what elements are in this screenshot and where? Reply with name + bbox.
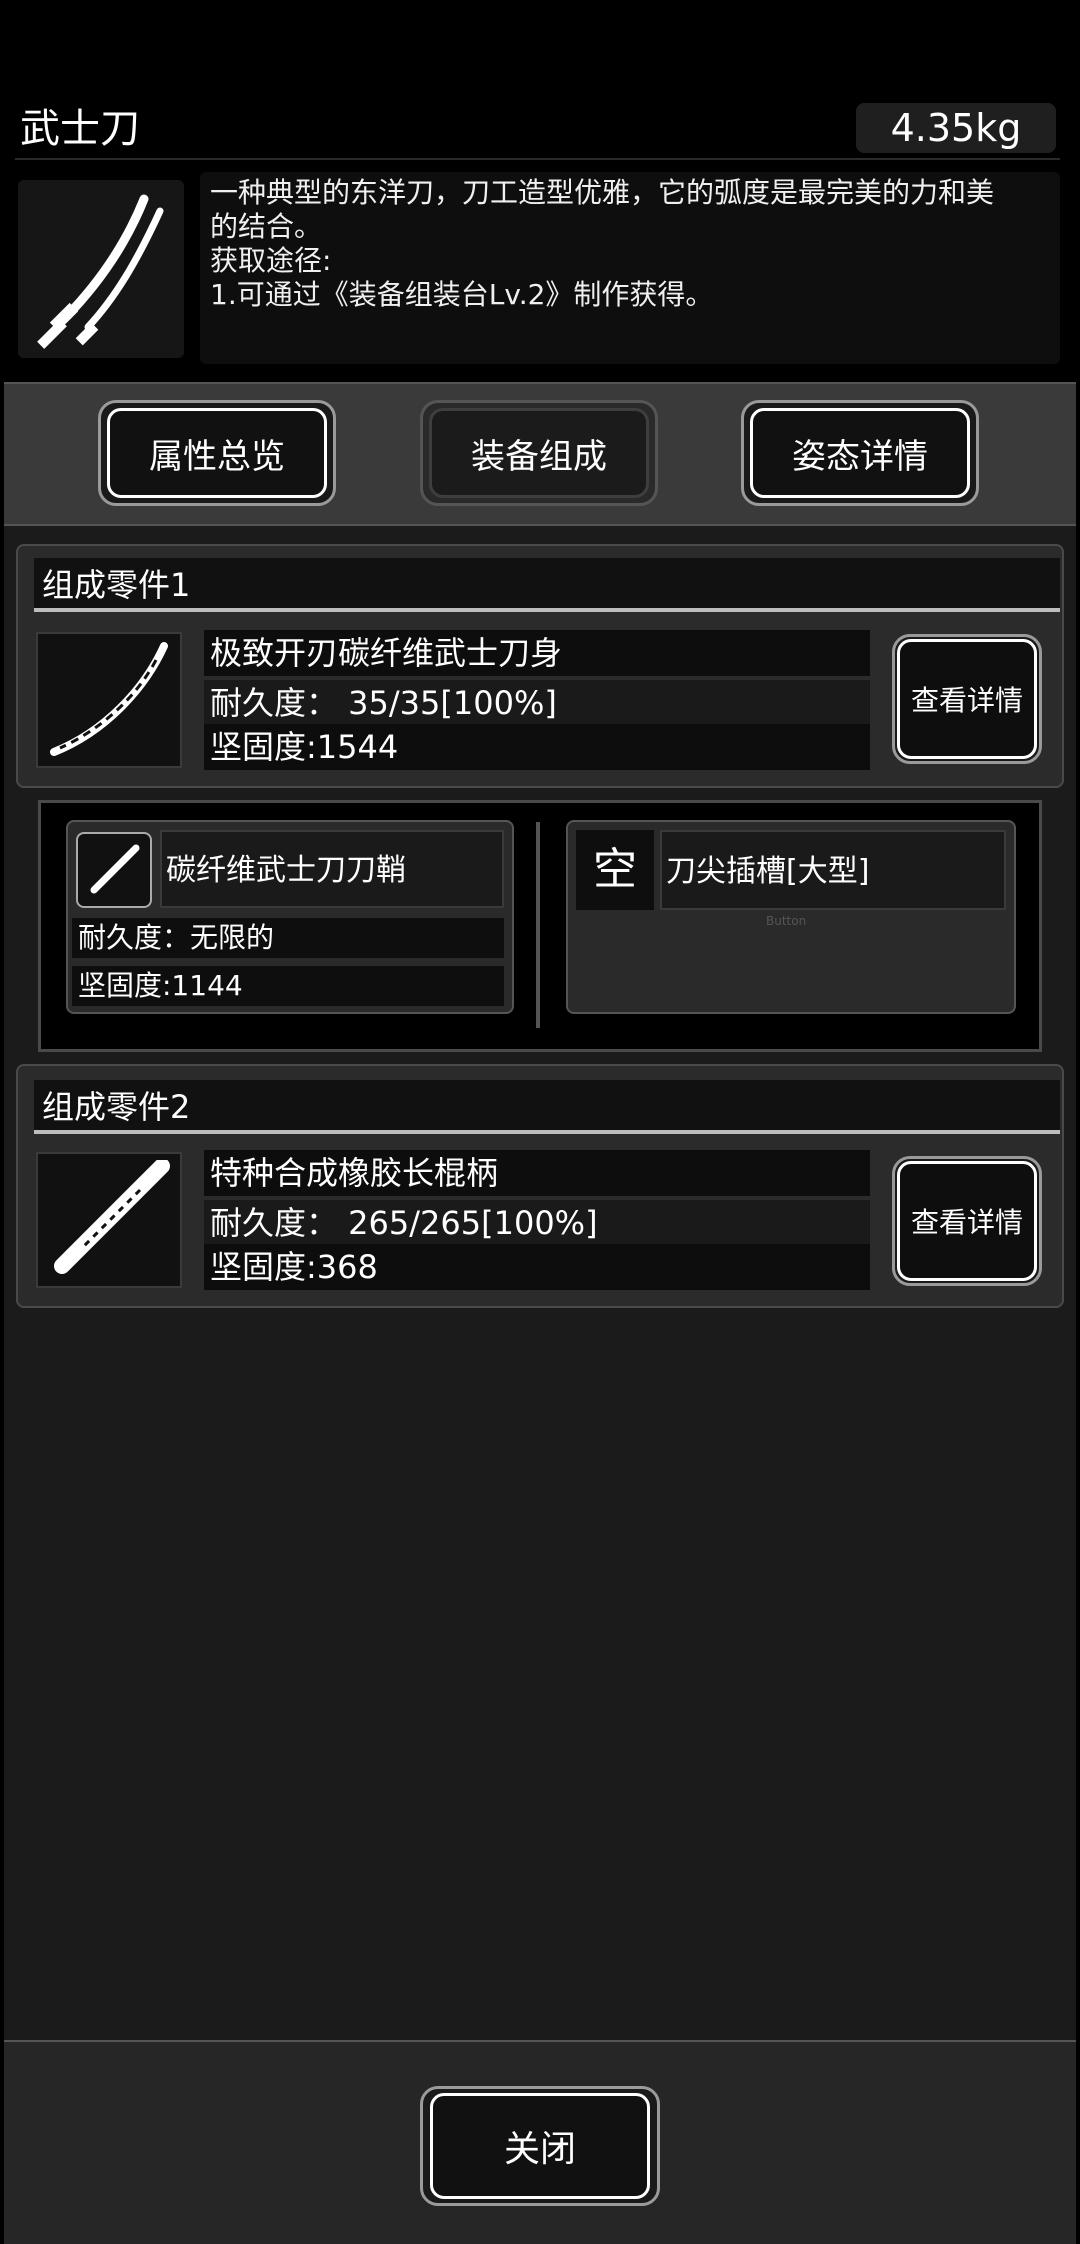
tab-label: 装备组成 <box>429 408 649 498</box>
description-line: 获取途径: <box>210 244 332 277</box>
subparts-divider <box>536 822 540 1028</box>
item-title: 武士刀 <box>20 106 140 152</box>
empty-slot-indicator: 空 <box>576 830 654 910</box>
description-line: 一种典型的东洋刀，刀工造型优雅，它的弧度是最完美的力和美 <box>210 176 995 209</box>
item-icon-box <box>18 180 184 358</box>
tab-stance-details[interactable]: 姿态详情 <box>741 400 979 506</box>
part-name: 极致开刃碳纤维武士刀身 <box>204 630 870 676</box>
handle-icon <box>54 1160 170 1274</box>
scabbard-durability: 耐久度：无限的 <box>72 918 504 958</box>
description-line: 1.可通过《装备组装台Lv.2》制作获得。 <box>210 278 714 311</box>
scabbard-name: 碳纤维武士刀刀鞘 <box>160 830 504 908</box>
view-details-button[interactable]: 查看详情 <box>892 1156 1042 1286</box>
tab-label: 姿态详情 <box>750 408 970 498</box>
scabbard-icon-box <box>76 832 152 908</box>
tab-attributes-overview[interactable]: 属性总览 <box>98 400 336 506</box>
blade-icon <box>50 642 168 756</box>
tab-equipment-composition[interactable]: 装备组成 <box>420 400 658 506</box>
part-durability: 耐久度： 265/265[100%] <box>204 1200 870 1246</box>
scabbard-icon <box>90 844 140 894</box>
katana-icon <box>37 194 164 349</box>
tab-label: 属性总览 <box>107 408 327 498</box>
part-durability: 耐久度： 35/35[100%] <box>204 680 870 726</box>
item-description: 一种典型的东洋刀，刀工造型优雅，它的弧度是最完美的力和美 的结合。 获取途径: … <box>200 172 1060 364</box>
slot-name: 刀尖插槽[大型] <box>660 830 1006 910</box>
handle-icon-box <box>36 1152 182 1288</box>
scabbard-hardness: 坚固度:1144 <box>72 966 504 1006</box>
part-name: 特种合成橡胶长棍柄 <box>204 1150 870 1196</box>
view-details-button[interactable]: 查看详情 <box>892 634 1042 764</box>
item-weight: 4.35kg <box>856 103 1056 153</box>
blade-icon-box <box>36 632 182 768</box>
part-hardness: 坚固度:1544 <box>204 724 870 770</box>
close-button[interactable]: 关闭 <box>420 2086 660 2206</box>
description-line: 的结合。 <box>210 210 323 243</box>
slot-button-placeholder[interactable]: Button <box>766 914 806 928</box>
button-label: 查看详情 <box>897 639 1037 759</box>
button-label: 关闭 <box>430 2093 650 2199</box>
part-header: 组成零件2 <box>34 1080 1060 1134</box>
button-label: 查看详情 <box>897 1161 1037 1281</box>
part-header: 组成零件1 <box>34 558 1060 612</box>
part-hardness: 坚固度:368 <box>204 1244 870 1290</box>
